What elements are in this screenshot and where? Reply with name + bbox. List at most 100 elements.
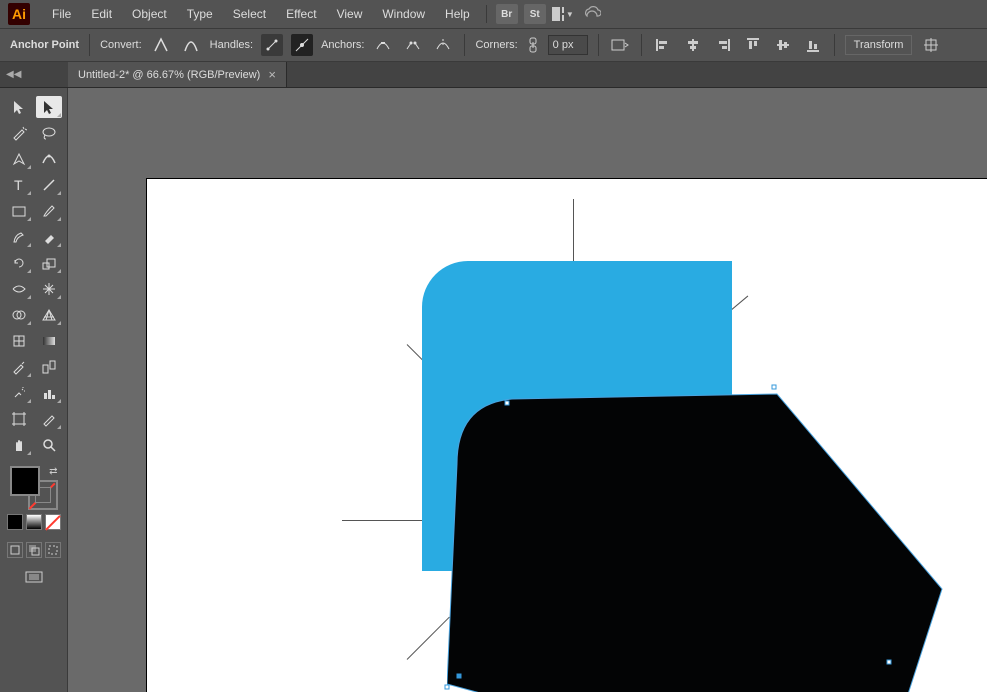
corner-link-button[interactable] — [526, 35, 540, 55]
align-vcenter-button[interactable] — [772, 34, 794, 56]
shaper-icon — [11, 229, 27, 245]
canvas-area[interactable] — [68, 88, 987, 692]
isolate-button[interactable] — [609, 34, 631, 56]
corner-radius-field[interactable]: 0 px — [548, 35, 588, 55]
line-icon — [41, 177, 57, 193]
draw-inside-button[interactable] — [45, 542, 61, 558]
align-bottom-button[interactable] — [802, 34, 824, 56]
sync-settings-button[interactable] — [583, 4, 601, 25]
symbol-sprayer-tool[interactable] — [6, 382, 32, 404]
smooth-point-icon — [183, 37, 199, 53]
eyedropper-tool[interactable] — [6, 356, 32, 378]
document-tab[interactable]: Untitled-2* @ 66.67% (RGB/Preview) × — [68, 62, 287, 87]
menu-type[interactable]: Type — [177, 3, 223, 25]
draw-modes — [7, 542, 61, 558]
artboard-tool[interactable] — [6, 408, 32, 430]
app-logo: Ai — [8, 3, 30, 25]
paintbrush-tool[interactable] — [36, 200, 62, 222]
gradient-tool[interactable] — [36, 330, 62, 352]
direct-selection-tool[interactable] — [36, 96, 62, 118]
column-graph-icon — [41, 385, 57, 401]
anchor-point[interactable] — [887, 660, 892, 665]
free-transform-tool[interactable] — [36, 278, 62, 300]
shape-builder-tool[interactable] — [6, 304, 32, 326]
menu-file[interactable]: File — [42, 3, 81, 25]
zoom-tool[interactable] — [36, 434, 62, 456]
hand-tool[interactable] — [6, 434, 32, 456]
eraser-tool[interactable] — [36, 226, 62, 248]
menu-edit[interactable]: Edit — [81, 3, 122, 25]
expand-panels-button[interactable]: ◀◀ — [0, 62, 68, 87]
remove-anchor-button[interactable] — [372, 34, 394, 56]
rotate-tool[interactable] — [6, 252, 32, 274]
transform-button[interactable]: Transform — [845, 35, 913, 55]
magic-wand-tool[interactable] — [6, 122, 32, 144]
anchor-point[interactable] — [445, 685, 450, 690]
black-polygon-shape[interactable] — [447, 294, 947, 692]
align-hcenter-button[interactable] — [682, 34, 704, 56]
direct-selection-icon — [41, 99, 57, 115]
type-tool[interactable]: T — [6, 174, 32, 196]
anchor-point[interactable] — [457, 674, 462, 679]
document-tab-title: Untitled-2* @ 66.67% (RGB/Preview) — [78, 69, 260, 81]
free-transform-icon — [41, 281, 57, 297]
menu-effect[interactable]: Effect — [276, 3, 326, 25]
tools-panel: T — [0, 88, 68, 692]
align-left-button[interactable] — [652, 34, 674, 56]
slice-tool[interactable] — [36, 408, 62, 430]
align-right-button[interactable] — [712, 34, 734, 56]
convert-corner-button[interactable] — [150, 34, 172, 56]
separator — [486, 5, 487, 23]
bridge-button[interactable]: Br — [496, 4, 518, 24]
menu-object[interactable]: Object — [122, 3, 177, 25]
cut-path-button[interactable] — [432, 34, 454, 56]
anchor-point[interactable] — [505, 401, 510, 406]
mesh-tool[interactable] — [6, 330, 32, 352]
curvature-tool[interactable] — [36, 148, 62, 170]
screen-mode-icon — [24, 570, 44, 584]
fill-swatch[interactable] — [10, 466, 40, 496]
show-handles-button[interactable] — [261, 34, 283, 56]
artboard[interactable] — [146, 178, 987, 692]
separator — [464, 34, 465, 56]
separator — [89, 34, 90, 56]
lasso-tool[interactable] — [36, 122, 62, 144]
swap-fill-stroke-button[interactable]: ⇄ — [49, 466, 57, 477]
color-mode-button[interactable] — [7, 514, 23, 530]
close-tab-button[interactable]: × — [268, 67, 276, 82]
screen-mode-button[interactable] — [21, 568, 47, 586]
column-graph-tool[interactable] — [36, 382, 62, 404]
fill-stroke-swatches[interactable]: ⇄ — [10, 466, 58, 510]
pen-icon — [11, 151, 27, 167]
convert-smooth-button[interactable] — [180, 34, 202, 56]
draw-normal-button[interactable] — [7, 542, 23, 558]
menu-help[interactable]: Help — [435, 3, 480, 25]
corner-point-icon — [153, 37, 169, 53]
menu-view[interactable]: View — [327, 3, 373, 25]
rectangle-tool[interactable] — [6, 200, 32, 222]
menu-window[interactable]: Window — [372, 3, 435, 25]
menu-select[interactable]: Select — [223, 3, 276, 25]
selection-tool[interactable] — [6, 96, 32, 118]
gradient-mode-button[interactable] — [26, 514, 42, 530]
perspective-grid-tool[interactable] — [36, 304, 62, 326]
width-icon — [11, 281, 27, 297]
connect-endpoints-button[interactable] — [402, 34, 424, 56]
convert-label: Convert: — [100, 39, 142, 51]
control-bar: Anchor Point Convert: Handles: Anchors: … — [0, 28, 987, 62]
draw-behind-button[interactable] — [26, 542, 42, 558]
stock-button[interactable]: St — [524, 4, 546, 24]
hide-handles-button[interactable] — [291, 34, 313, 56]
pen-tool[interactable] — [6, 148, 32, 170]
arrange-documents-button[interactable]: ▼ — [552, 4, 574, 24]
shaper-tool[interactable] — [6, 226, 32, 248]
transform-panel-button[interactable] — [920, 34, 942, 56]
anchor-point[interactable] — [772, 385, 777, 390]
width-tool[interactable] — [6, 278, 32, 300]
none-mode-button[interactable] — [45, 514, 61, 530]
handles-label: Handles: — [210, 39, 253, 51]
align-top-button[interactable] — [742, 34, 764, 56]
blend-tool[interactable] — [36, 356, 62, 378]
scale-tool[interactable] — [36, 252, 62, 274]
line-segment-tool[interactable] — [36, 174, 62, 196]
